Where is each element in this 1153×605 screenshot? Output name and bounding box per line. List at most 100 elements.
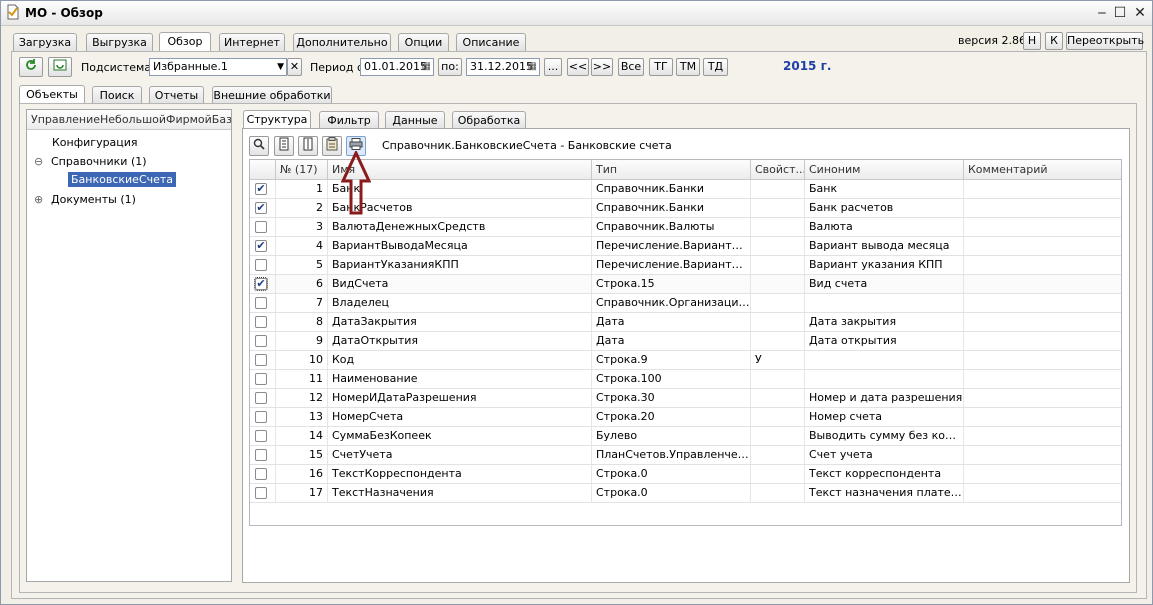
- tab-zagruzka[interactable]: Загрузка: [13, 33, 77, 51]
- row-checkbox[interactable]: ✔: [255, 183, 267, 195]
- props-cell: [751, 180, 805, 198]
- table-row[interactable]: 14 СуммаБезКопеек Булево Выводить сумму без…: [250, 427, 1121, 446]
- table-row[interactable]: 15 СчетУчета ПланСчетов.Управленческий Счет…: [250, 446, 1121, 465]
- tree-item-catalogs[interactable]: Справочники (1): [51, 155, 147, 168]
- row-checkbox[interactable]: [255, 259, 267, 271]
- subsystem-select[interactable]: Избранные.1 ▼: [149, 58, 287, 76]
- maximize-icon[interactable]: ☐: [1111, 4, 1129, 22]
- collapse-rows-icon[interactable]: [298, 136, 318, 156]
- table-row[interactable]: 17 ТекстНазначения Строка.0 Текст назначени…: [250, 484, 1121, 503]
- tab-external-processing[interactable]: Внешние обработки: [212, 86, 332, 104]
- row-checkbox[interactable]: [255, 354, 267, 366]
- row-checkbox[interactable]: [255, 411, 267, 423]
- row-checkbox[interactable]: [255, 316, 267, 328]
- table-row[interactable]: 5 ВариантУказанияКПП Перечисление.Варианты…: [250, 256, 1121, 275]
- chevron-down-icon[interactable]: ▼: [277, 59, 284, 75]
- tab-filter[interactable]: Фильтр: [319, 111, 379, 129]
- row-checkbox[interactable]: ✔: [255, 240, 267, 252]
- table-row[interactable]: 10 Код Строка.9 У: [250, 351, 1121, 370]
- props-cell: [751, 389, 805, 407]
- table-row[interactable]: ✔ 6 ВидСчета Строка.15 Вид счета: [250, 275, 1121, 294]
- tree-item-documents[interactable]: Документы (1): [51, 193, 136, 206]
- row-checkbox[interactable]: [255, 487, 267, 499]
- table-row[interactable]: ✔ 2 БанкРасчетов Справочник.Банки Банк расче…: [250, 199, 1121, 218]
- row-checkbox[interactable]: [255, 392, 267, 404]
- tab-vygruzka[interactable]: Выгрузка: [86, 33, 153, 51]
- table-row[interactable]: ✔ 1 Банк Справочник.Банки Банк: [250, 180, 1121, 199]
- to-button[interactable]: по:: [438, 58, 462, 76]
- table-row[interactable]: 3 ВалютаДенежныхСредств Справочник.Валюты В…: [250, 218, 1121, 237]
- tree-item-configuration[interactable]: Конфигурация: [52, 136, 138, 149]
- table-row[interactable]: 9 ДатаОткрытия Дата Дата открытия: [250, 332, 1121, 351]
- tab-data[interactable]: Данные: [385, 111, 445, 129]
- comment-cell: [964, 199, 1121, 217]
- col-header-props[interactable]: Свойст...: [751, 160, 805, 180]
- table-row[interactable]: 11 Наименование Строка.100: [250, 370, 1121, 389]
- row-checkbox[interactable]: [255, 468, 267, 480]
- tm-button[interactable]: ТМ: [676, 58, 700, 76]
- table-row[interactable]: 16 ТекстКорреспондента Строка.0 Текст корре…: [250, 465, 1121, 484]
- table-row[interactable]: 7 Владелец Справочник.Организации,С...: [250, 294, 1121, 313]
- col-header-comment[interactable]: Комментарий: [964, 160, 1121, 180]
- synonym-cell: Вариант указания КПП: [805, 256, 964, 274]
- tab-opisanie[interactable]: Описание: [456, 33, 526, 51]
- tree-item-bank-accounts[interactable]: БанковскиеСчета: [68, 172, 177, 187]
- k-button[interactable]: К: [1045, 32, 1063, 50]
- tab-processing[interactable]: Обработка: [452, 111, 526, 129]
- clipboard-icon[interactable]: [322, 136, 342, 156]
- expand-rows-icon[interactable]: [274, 136, 294, 156]
- calendar-icon[interactable]: ▦: [422, 59, 431, 75]
- col-header-number[interactable]: № (17): [276, 160, 328, 180]
- tab-obzor[interactable]: Обзор: [159, 32, 211, 51]
- reopen-button[interactable]: Переоткрыть: [1066, 32, 1144, 50]
- date-from-field[interactable]: 01.01.2015 ▦: [360, 58, 434, 76]
- year-label: 2015 г.: [783, 59, 832, 73]
- tab-optsii[interactable]: Опции: [398, 33, 449, 51]
- window-settings-icon[interactable]: [48, 57, 72, 77]
- close-icon[interactable]: ✕: [1131, 4, 1149, 22]
- tab-structure[interactable]: Структура: [243, 110, 311, 129]
- table-row[interactable]: ✔ 4 ВариантВыводаМесяца Перечисление.Вариан…: [250, 237, 1121, 256]
- row-checkbox[interactable]: [255, 373, 267, 385]
- tg-button[interactable]: ТГ: [649, 58, 673, 76]
- minimize-icon[interactable]: ‒: [1093, 4, 1111, 22]
- calendar-icon[interactable]: ▦: [528, 59, 537, 75]
- period-choose-button[interactable]: ...: [544, 58, 562, 76]
- tab-internet[interactable]: Интернет: [219, 33, 285, 51]
- tab-reports[interactable]: Отчеты: [149, 86, 204, 104]
- collapse-icon[interactable]: ⊖: [34, 155, 43, 168]
- prev-period-button[interactable]: <<: [567, 58, 589, 76]
- comment-cell: [964, 237, 1121, 255]
- expand-icon[interactable]: ⊕: [34, 193, 43, 206]
- clear-icon[interactable]: ✕: [287, 58, 302, 76]
- td-button[interactable]: ТД: [703, 58, 728, 76]
- tab-dopolnitelno[interactable]: Дополнительно: [293, 33, 391, 51]
- row-checkbox[interactable]: ✔: [255, 202, 267, 214]
- table-row[interactable]: 13 НомерСчета Строка.20 Номер счета: [250, 408, 1121, 427]
- date-to-field[interactable]: 31.12.2015 ▦: [466, 58, 540, 76]
- row-checkbox[interactable]: [255, 335, 267, 347]
- check-cell: [250, 427, 276, 445]
- row-checkbox[interactable]: ✔: [254, 277, 268, 291]
- search-icon[interactable]: [249, 136, 269, 156]
- col-header-check[interactable]: [250, 160, 276, 180]
- row-checkbox[interactable]: [255, 430, 267, 442]
- table-row[interactable]: 8 ДатаЗакрытия Дата Дата закрытия: [250, 313, 1121, 332]
- all-period-button[interactable]: Все: [618, 58, 644, 76]
- synonym-cell: Банк: [805, 180, 964, 198]
- tab-objects[interactable]: Объекты: [19, 85, 85, 104]
- comment-cell: [964, 180, 1121, 198]
- number-cell: 9: [276, 332, 328, 350]
- next-period-button[interactable]: >>: [591, 58, 613, 76]
- refresh-icon[interactable]: [19, 57, 43, 77]
- number-cell: 17: [276, 484, 328, 502]
- col-header-synonym[interactable]: Синоним: [805, 160, 964, 180]
- comment-cell: [964, 370, 1121, 388]
- row-checkbox[interactable]: [255, 221, 267, 233]
- row-checkbox[interactable]: [255, 297, 267, 309]
- table-row[interactable]: 12 НомерИДатаРазрешения Строка.30 Номер и д…: [250, 389, 1121, 408]
- tab-search[interactable]: Поиск: [92, 86, 142, 104]
- row-checkbox[interactable]: [255, 449, 267, 461]
- h-button[interactable]: Н: [1023, 32, 1041, 50]
- col-header-type[interactable]: Тип: [592, 160, 751, 180]
